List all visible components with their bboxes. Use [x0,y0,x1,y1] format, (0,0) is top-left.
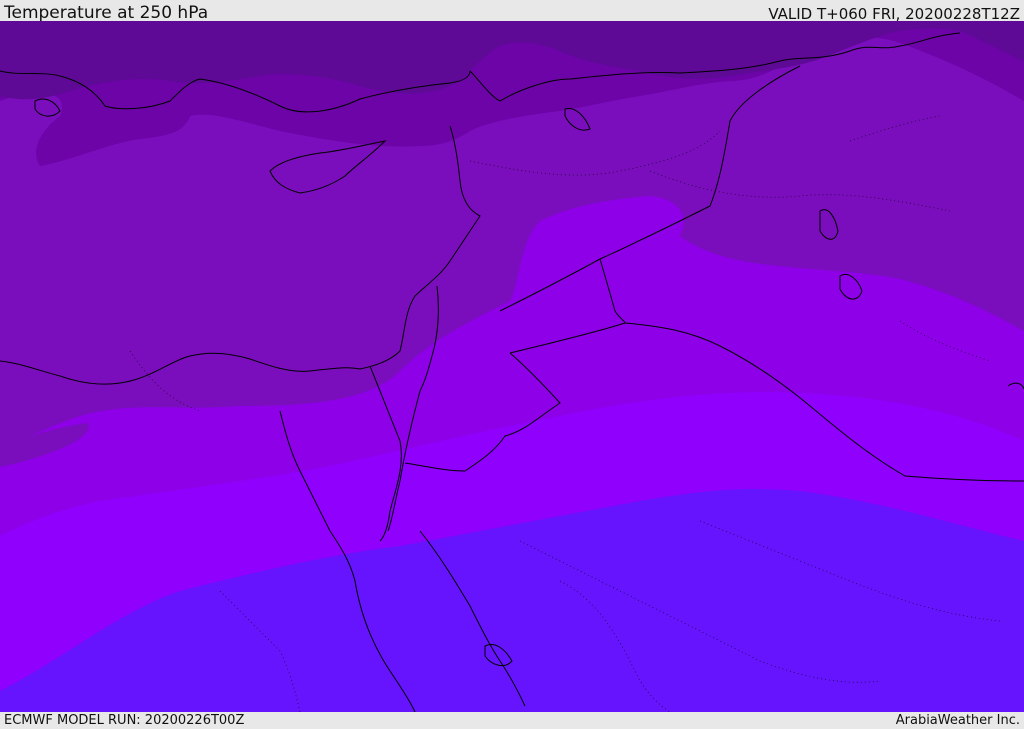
model-run: ECMWF MODEL RUN: 20200226T00Z [4,713,245,728]
header-bar: Temperature at 250 hPa VALID T+060 FRI, … [0,0,1024,23]
map-frame: Temperature at 250 hPa VALID T+060 FRI, … [0,0,1024,729]
footer-bar: ECMWF MODEL RUN: 20200226T00Z ArabiaWeat… [0,712,1024,729]
temperature-map [0,21,1024,712]
credit: ArabiaWeather Inc. [895,713,1020,728]
map-title: Temperature at 250 hPa [4,3,209,23]
